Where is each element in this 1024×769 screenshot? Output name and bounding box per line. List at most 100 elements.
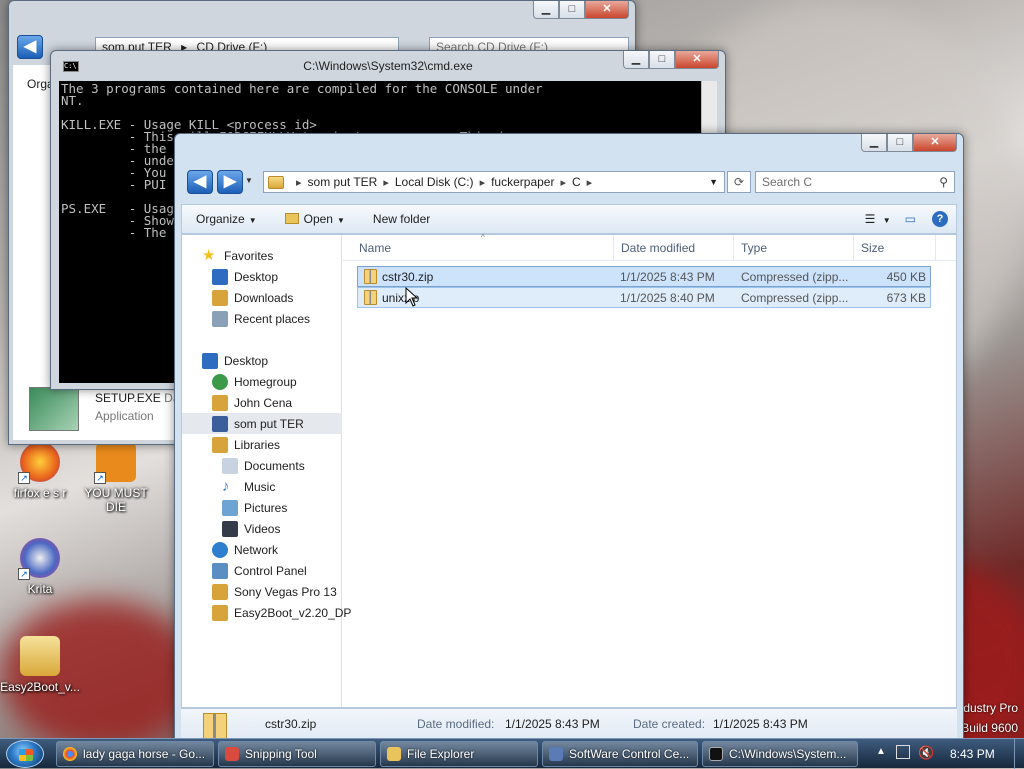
column-size[interactable]: Size [861, 241, 884, 255]
taskbar-button-snipping-tool[interactable]: Snipping Tool [218, 741, 376, 767]
user-folder-icon [212, 394, 228, 411]
minimize-button[interactable]: ▁ [533, 1, 559, 19]
back-button[interactable]: ◀ [17, 35, 43, 59]
taskbar-button-chrome[interactable]: lady gaga horse - Go... [56, 741, 214, 767]
file-type: Compressed (zipp... [741, 291, 849, 305]
show-hidden-icons-icon[interactable]: ▲ [876, 746, 886, 757]
search-input[interactable]: Search C ⚲ [755, 171, 955, 193]
nav-som-put-ter[interactable]: som put TER [182, 413, 342, 434]
taskbar-button-software-control[interactable]: SoftWare Control Ce... [542, 741, 698, 767]
details-modified-label: Date modified: [417, 717, 495, 731]
volume-muted-icon[interactable]: 🔇 [918, 745, 934, 761]
search-placeholder: Search C [762, 175, 813, 189]
desktop-icon-easy2boot[interactable]: Easy2Boot_v... [0, 636, 80, 694]
setup-file-name[interactable]: SETUP.EXE Dat [95, 391, 183, 405]
folder-icon [20, 636, 60, 676]
app-icon [549, 747, 563, 761]
libraries-icon [212, 436, 228, 453]
minimize-button[interactable]: ▁ [861, 134, 887, 152]
close-button[interactable]: ✕ [585, 1, 629, 19]
control-panel-icon [212, 562, 228, 579]
taskbar-button-cmd[interactable]: C:\Windows\System... [702, 741, 858, 767]
desktop-icon-krita[interactable]: ↗ Krita [0, 538, 80, 596]
folder-icon [212, 604, 228, 621]
network-icon [212, 541, 228, 558]
help-icon[interactable]: ? [924, 211, 956, 227]
mouse-cursor-icon [405, 287, 419, 307]
file-size: 673 KB [886, 291, 926, 305]
details-created-value: 1/1/2025 8:43 PM [713, 717, 808, 731]
column-date[interactable]: Date modified [621, 241, 695, 255]
maximize-button[interactable]: □ [887, 134, 913, 152]
forward-button[interactable]: ▶ [217, 170, 243, 194]
computer-icon [212, 415, 228, 432]
zip-folder-icon [364, 269, 377, 284]
taskbar-button-file-explorer[interactable]: File Explorer [380, 741, 538, 767]
command-bar: Organize ▼ Open ▼ New folder ☰ ▼ ▭ ? [181, 204, 957, 234]
desktop-icon-label: firfox e s r [13, 486, 67, 500]
desktop-icon-label: YOU MUST DIE [84, 486, 148, 514]
address-crumb[interactable]: fuckerpaper [491, 175, 554, 189]
setup-file-type: Application [95, 409, 154, 423]
desktop-icon-label: Krita [27, 582, 53, 596]
close-button[interactable]: ✕ [675, 51, 719, 69]
address-bar[interactable]: ▸ som put TER ▸ Local Disk (C:) ▸ fucker… [263, 171, 725, 193]
file-size: 450 KB [886, 270, 926, 284]
new-folder-button[interactable]: New folder [359, 212, 444, 226]
setup-icon [29, 387, 79, 431]
start-button[interactable] [6, 740, 44, 768]
file-date: 1/1/2025 8:40 PM [620, 291, 715, 305]
desktop-icon-label: Easy2Boot_v... [0, 680, 80, 694]
videos-icon [222, 520, 238, 537]
homegroup-icon [212, 373, 228, 390]
maximize-button[interactable]: □ [649, 51, 675, 69]
nav-favorites[interactable]: ★ Favorites [202, 245, 362, 266]
organize-button[interactable]: Organize ▼ [182, 212, 271, 226]
downloads-icon [212, 289, 228, 306]
taskbar: lady gaga horse - Go... Snipping Tool Fi… [0, 738, 1024, 769]
music-icon: ♪ [222, 477, 230, 495]
cmd-icon [709, 747, 723, 761]
zip-folder-icon [364, 290, 377, 305]
search-icon: ⚲ [939, 175, 948, 189]
recent-places-icon [212, 310, 228, 327]
watermark-build: Build 9600 [961, 721, 1018, 735]
open-button[interactable]: Open ▼ [271, 212, 359, 226]
documents-icon [222, 457, 238, 474]
address-dropdown-icon[interactable]: ▼ [709, 177, 718, 187]
preview-pane-icon[interactable]: ▭ [897, 212, 924, 226]
column-type[interactable]: Type [741, 241, 767, 255]
desktop-icon [212, 268, 228, 285]
action-center-icon[interactable] [896, 745, 910, 759]
firefox-icon: ↗ [18, 442, 60, 484]
column-name[interactable]: Name [359, 241, 391, 255]
address-crumb[interactable]: Local Disk (C:) [395, 175, 474, 189]
nav-desktop-root[interactable]: Desktop [202, 350, 362, 371]
sort-arrow-icon: ^ [481, 233, 485, 242]
back-button[interactable]: ◀ [187, 170, 213, 194]
close-button[interactable]: ✕ [913, 134, 957, 152]
zip-folder-icon [203, 713, 227, 741]
file-date: 1/1/2025 8:43 PM [620, 270, 715, 284]
minimize-button[interactable]: ▁ [623, 51, 649, 69]
chrome-icon [63, 747, 77, 761]
maximize-button[interactable]: □ [559, 1, 585, 19]
change-view-icon[interactable]: ☰ ▼ [859, 212, 897, 226]
desktop-icon [202, 352, 218, 369]
file-row[interactable]: unixzip 1/1/2025 8:40 PM Compressed (zip… [357, 287, 931, 308]
file-list: ^ Name Date modified Type Size cstr30.zi… [343, 233, 956, 707]
recent-locations-icon[interactable]: ▼ [245, 176, 253, 185]
file-row[interactable]: cstr30.zip 1/1/2025 8:43 PM Compressed (… [357, 266, 931, 287]
show-desktop-button[interactable] [1014, 739, 1024, 769]
file-explorer-window[interactable]: ▁ □ ✕ ◀ ▶ ▼ ▸ som put TER ▸ Local Disk (… [174, 133, 964, 745]
desktop-icon-firefox[interactable]: ↗ firfox e s r [0, 442, 80, 500]
refresh-button[interactable]: ⟳ [727, 171, 751, 193]
desktop-icon-you-must-die[interactable]: ↗ YOU MUST DIE [76, 442, 156, 514]
open-folder-icon [284, 213, 299, 224]
star-icon: ★ [202, 246, 216, 264]
clock[interactable]: 8:43 PM [950, 747, 995, 761]
address-crumb[interactable]: som put TER [308, 175, 378, 189]
address-crumb[interactable]: C [572, 175, 581, 189]
folder-icon [268, 175, 284, 189]
windows-watermark: dustry Pro Build 9600 [961, 698, 1018, 738]
